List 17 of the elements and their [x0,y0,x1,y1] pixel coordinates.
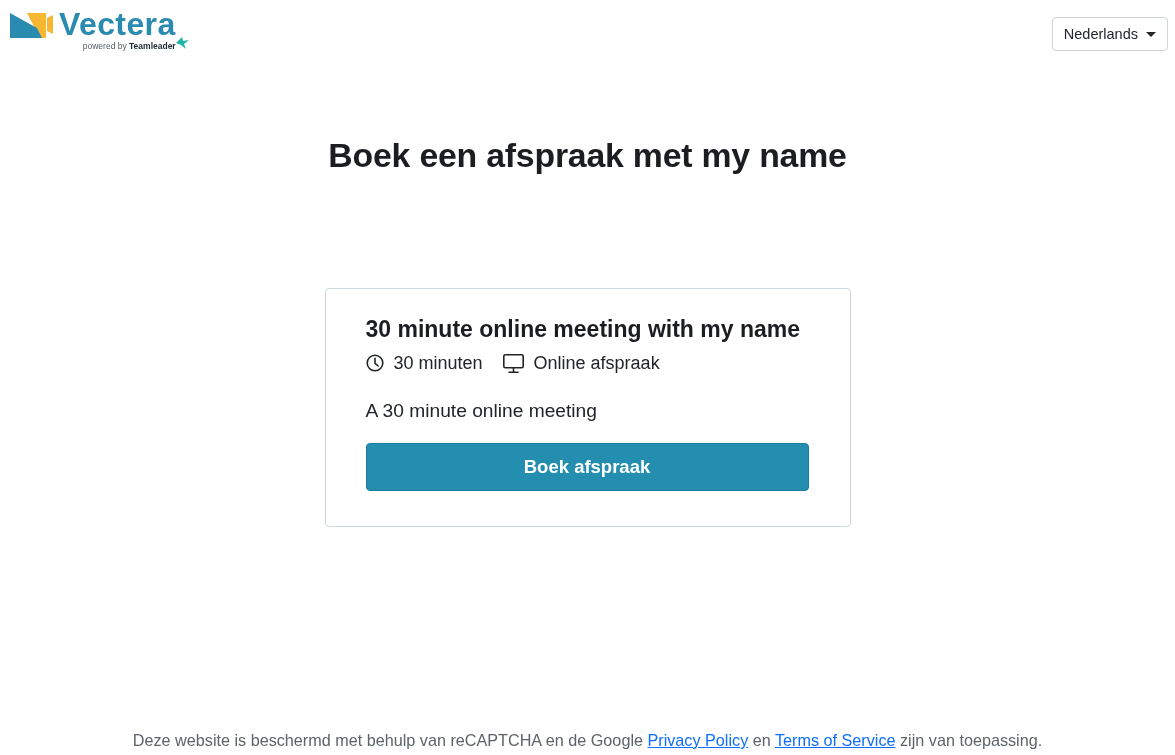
caret-icon [1146,31,1156,37]
logo-tagline: powered by Teamleader [82,40,176,52]
page-title: Boek een afspraak met my name [328,135,847,175]
policy-link[interactable]: Terms of Service [774,731,896,749]
event-description: A 30 minute online meeting [365,399,598,423]
policy-link[interactable]: Privacy Policy [647,731,749,749]
leaf-icon [175,37,189,49]
event-title: 30 minute online meeting with my name [365,315,802,343]
recaptcha-notice: Deze website is beschermd met behulp van reCAPTCHA en de Google Privacy Policy en Terms of Service zijn van toepassing. [132,730,1043,751]
language-dropdown[interactable]: Nederlands [1051,17,1168,51]
book-button[interactable]: Boek afspraak [365,443,809,491]
location-label: Online afspraak [533,352,660,375]
monitor-icon [502,353,524,373]
duration-label: 30 minuten [393,352,483,375]
logo-icon [10,13,53,38]
clock-icon [365,354,384,372]
logo-wordmark: Vectera [59,7,176,41]
